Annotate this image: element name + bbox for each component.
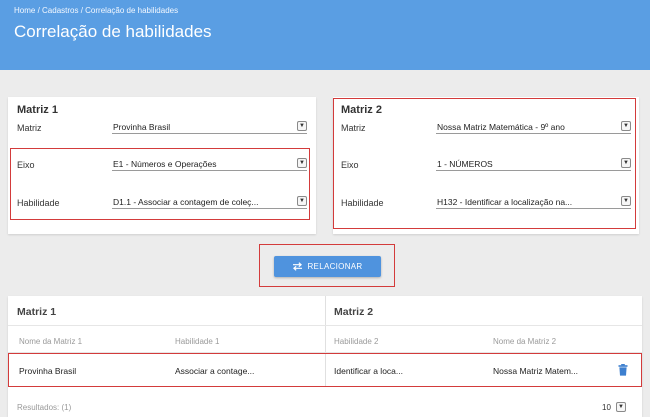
matriz1-title: Matriz 1 (17, 104, 58, 116)
breadcrumb-separator: / (35, 6, 43, 15)
matriz1-matriz-select[interactable]: Provinha Brasil ▼ (112, 121, 307, 134)
col-nome-matriz1[interactable]: Nome da Matriz 1 (19, 337, 82, 346)
matriz1-habilidade-label: Habilidade (17, 198, 60, 208)
table-group-matriz1: Matriz 1 (17, 306, 57, 318)
matriz2-habilidade-select[interactable]: H132 - Identificar a localização na... ▼ (436, 196, 631, 209)
cell-nome-matriz2: Nossa Matriz Matem... (493, 366, 579, 376)
chevron-down-icon: ▼ (297, 196, 307, 206)
matriz1-matriz-label: Matriz (17, 123, 42, 133)
matriz1-eixo-label: Eixo (17, 160, 35, 170)
matriz2-habilidade-value: H132 - Identificar a localização na... (437, 197, 573, 207)
matriz2-habilidade-label: Habilidade (341, 198, 384, 208)
chevron-down-icon: ▼ (621, 158, 631, 168)
correlation-table: Matriz 1 Matriz 2 Nome da Matriz 1 Habil… (8, 296, 642, 417)
matriz1-matriz-value: Provinha Brasil (113, 122, 171, 132)
chevron-down-icon: ▼ (297, 121, 307, 131)
swap-arrows-icon (293, 262, 303, 271)
page-size-select[interactable]: 10 ▼ (602, 402, 630, 412)
matriz2-matriz-label: Matriz (341, 123, 366, 133)
matriz1-eixo-select[interactable]: E1 - Números e Operações ▼ (112, 158, 307, 171)
page-title: Correlação de habilidades (14, 22, 212, 41)
chevron-down-icon: ▼ (621, 196, 631, 206)
matriz2-title: Matriz 2 (341, 104, 382, 116)
breadcrumb-cadastros[interactable]: Cadastros (42, 6, 78, 15)
col-habilidade1[interactable]: Habilidade 1 (175, 337, 219, 346)
breadcrumb-home[interactable]: Home (14, 6, 35, 15)
results-count: Resultados: (1) (17, 403, 72, 412)
chevron-down-icon: ▼ (616, 402, 626, 412)
col-nome-matriz2[interactable]: Nome da Matriz 2 (493, 337, 556, 346)
matriz2-eixo-value: 1 - NÚMEROS (437, 159, 493, 169)
trash-icon[interactable] (618, 364, 628, 376)
col-habilidade2[interactable]: Habilidade 2 (334, 337, 378, 346)
page-header: Home / Cadastros / Correlação de habilid… (0, 0, 650, 70)
matriz2-matriz-select[interactable]: Nossa Matriz Matemática - 9º ano ▼ (436, 121, 631, 134)
chevron-down-icon: ▼ (297, 158, 307, 168)
matriz1-habilidade-select[interactable]: D1.1 - Associar a contagem de coleç... ▼ (112, 196, 307, 209)
matriz1-card: Matriz 1 Matriz Provinha Brasil ▼ Eixo E… (8, 97, 316, 234)
cell-habilidade2: Identificar a loca... (334, 366, 403, 376)
page-size-value: 10 (602, 403, 611, 412)
cell-nome-matriz1: Provinha Brasil (19, 366, 77, 376)
header-divider (8, 325, 642, 326)
matriz2-eixo-label: Eixo (341, 160, 359, 170)
matriz2-matriz-value: Nossa Matriz Matemática - 9º ano (437, 122, 565, 132)
matriz2-card: Matriz 2 Matriz Nossa Matriz Matemática … (333, 97, 639, 234)
chevron-down-icon: ▼ (621, 121, 631, 131)
relacionar-button[interactable]: RELACIONAR (274, 256, 381, 277)
matriz1-eixo-value: E1 - Números e Operações (113, 159, 217, 169)
table-group-matriz2: Matriz 2 (334, 306, 374, 318)
breadcrumb: Home / Cadastros / Correlação de habilid… (14, 6, 178, 15)
breadcrumb-current: Correlação de habilidades (85, 6, 179, 15)
matriz1-habilidade-value: D1.1 - Associar a contagem de coleç... (113, 197, 259, 207)
cell-habilidade1: Associar a contage... (175, 366, 255, 376)
matriz2-eixo-select[interactable]: 1 - NÚMEROS ▼ (436, 158, 631, 171)
relacionar-label: RELACIONAR (307, 262, 363, 271)
table-row[interactable]: Provinha Brasil Associar a contage... Id… (8, 353, 642, 386)
row-divider (8, 386, 642, 387)
